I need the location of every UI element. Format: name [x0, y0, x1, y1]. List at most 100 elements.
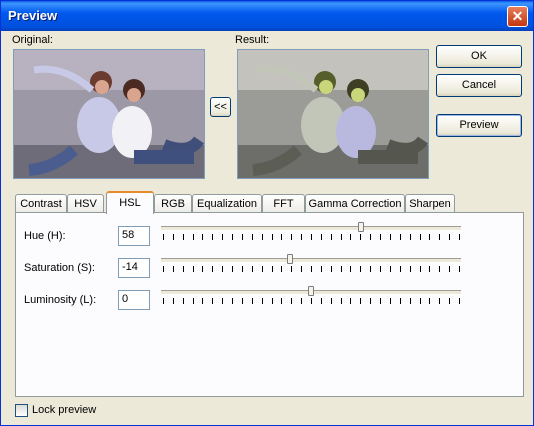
- original-label: Original:: [12, 34, 53, 46]
- slider-tick: [252, 298, 253, 304]
- slider-tick: [321, 266, 322, 272]
- slider-tick: [222, 266, 223, 272]
- copy-back-button[interactable]: <<: [210, 97, 231, 117]
- slider-tick: [370, 298, 371, 304]
- slider-tick: [183, 266, 184, 272]
- saturation-track: [161, 258, 461, 263]
- slider-tick: [281, 234, 282, 240]
- tab-gamma-correction[interactable]: Gamma Correction: [305, 194, 405, 213]
- hue-thumb[interactable]: [358, 222, 364, 232]
- slider-tick: [301, 266, 302, 272]
- slider-tick: [341, 234, 342, 240]
- slider-tick: [163, 298, 164, 304]
- hue-slider[interactable]: [161, 222, 461, 245]
- slider-tick: [360, 266, 361, 272]
- slider-tick: [449, 298, 450, 304]
- lock-preview-checkbox[interactable]: [15, 404, 28, 417]
- slider-tick: [341, 266, 342, 272]
- slider-tick: [439, 234, 440, 240]
- slider-tick: [232, 234, 233, 240]
- slider-tick: [291, 234, 292, 240]
- slider-tick: [202, 234, 203, 240]
- close-icon: ✕: [511, 8, 524, 24]
- slider-tick: [163, 266, 164, 272]
- saturation-thumb[interactable]: [287, 254, 293, 264]
- slider-tick: [252, 266, 253, 272]
- slider-tick: [321, 234, 322, 240]
- slider-tick: [420, 234, 421, 240]
- slider-tick: [193, 298, 194, 304]
- slider-tick: [459, 266, 460, 272]
- slider-tick: [222, 298, 223, 304]
- slider-tick: [173, 266, 174, 272]
- slider-tick: [311, 298, 312, 304]
- slider-tick: [262, 298, 263, 304]
- slider-tick: [183, 298, 184, 304]
- slider-tick: [242, 298, 243, 304]
- slider-tick: [242, 266, 243, 272]
- slider-tick: [173, 234, 174, 240]
- tab-hsl[interactable]: HSL: [106, 191, 154, 214]
- slider-tick: [311, 266, 312, 272]
- tab-fft[interactable]: FFT: [262, 194, 305, 213]
- slider-tick: [272, 298, 273, 304]
- slider-tick: [380, 266, 381, 272]
- slider-tick: [400, 234, 401, 240]
- luminosity-slider[interactable]: [161, 286, 461, 309]
- slider-tick: [439, 266, 440, 272]
- slider-tick: [321, 298, 322, 304]
- slider-tick: [429, 234, 430, 240]
- tab-rgb[interactable]: RGB: [154, 194, 192, 213]
- slider-tick: [212, 266, 213, 272]
- preview-button[interactable]: Preview: [436, 114, 522, 137]
- tab-contrast[interactable]: Contrast: [15, 194, 67, 213]
- slider-tick: [370, 266, 371, 272]
- slider-tick: [331, 234, 332, 240]
- title-bar[interactable]: Preview ✕: [1, 1, 533, 31]
- slider-tick: [429, 298, 430, 304]
- slider-tick: [212, 234, 213, 240]
- ok-button[interactable]: OK: [436, 45, 522, 68]
- slider-tick: [420, 298, 421, 304]
- slider-tick: [390, 234, 391, 240]
- slider-tick: [390, 298, 391, 304]
- close-button[interactable]: ✕: [507, 6, 528, 27]
- tab-sharpen[interactable]: Sharpen: [405, 194, 455, 213]
- slider-tick: [272, 266, 273, 272]
- slider-tick: [331, 266, 332, 272]
- slider-tick: [202, 298, 203, 304]
- slider-tick: [350, 234, 351, 240]
- slider-tick: [242, 234, 243, 240]
- slider-tick: [301, 298, 302, 304]
- slider-tick: [439, 298, 440, 304]
- slider-tick: [173, 298, 174, 304]
- lock-preview-label[interactable]: Lock preview: [32, 404, 96, 416]
- slider-tick: [311, 234, 312, 240]
- tab-hsv[interactable]: HSV: [67, 194, 104, 213]
- slider-tick: [350, 266, 351, 272]
- saturation-slider[interactable]: [161, 254, 461, 277]
- slider-tick: [360, 234, 361, 240]
- slider-tick: [410, 266, 411, 272]
- tab-equalization[interactable]: Equalization: [192, 194, 262, 213]
- slider-tick: [400, 266, 401, 272]
- slider-tick: [222, 234, 223, 240]
- result-label: Result:: [235, 34, 270, 46]
- slider-tick: [410, 298, 411, 304]
- preview-dialog: Preview ✕ Original: Result: << OK Cancel…: [0, 0, 534, 426]
- slider-tick: [301, 234, 302, 240]
- luminosity-thumb[interactable]: [308, 286, 314, 296]
- result-photo: [238, 50, 428, 178]
- slider-tick: [459, 234, 460, 240]
- window-title: Preview: [8, 8, 58, 23]
- saturation-label: Saturation (S):: [24, 262, 95, 274]
- luminosity-input[interactable]: 0: [118, 290, 150, 310]
- slider-tick: [449, 266, 450, 272]
- cancel-button[interactable]: Cancel: [436, 74, 522, 97]
- slider-tick: [272, 234, 273, 240]
- slider-tick: [390, 266, 391, 272]
- slider-tick: [232, 266, 233, 272]
- saturation-input[interactable]: -14: [118, 258, 150, 278]
- slider-tick: [281, 298, 282, 304]
- hue-input[interactable]: 58: [118, 226, 150, 246]
